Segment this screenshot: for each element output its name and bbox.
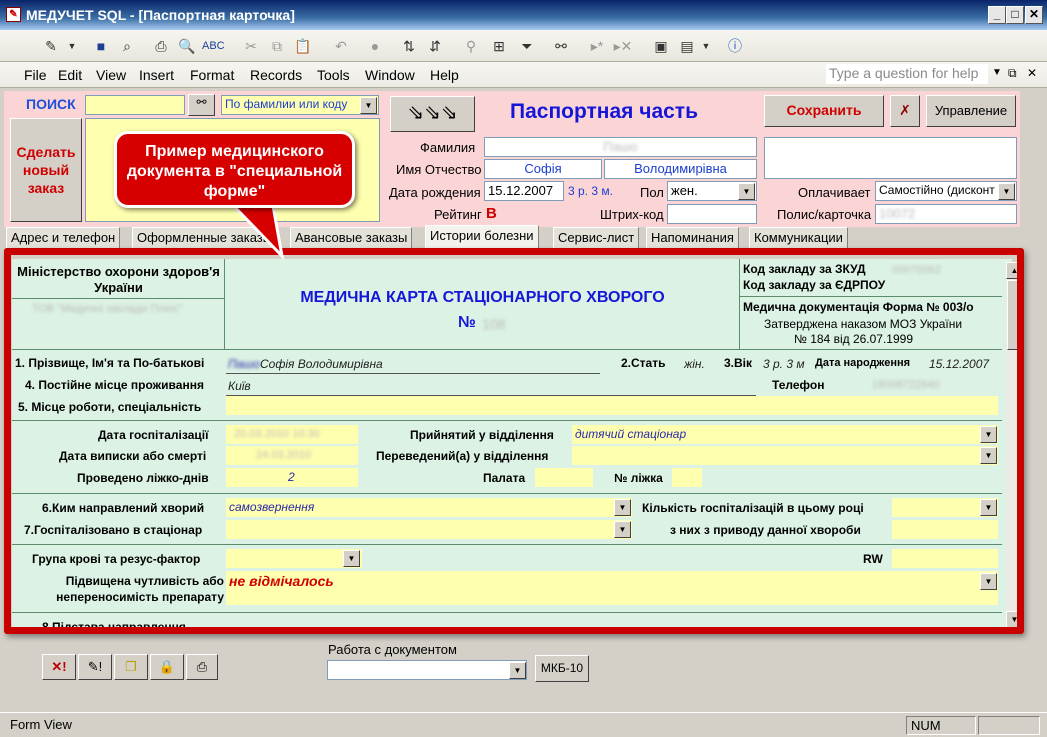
- new-order-button[interactable]: Сделать новый заказ: [10, 118, 82, 222]
- paste-icon[interactable]: 📋: [292, 35, 314, 57]
- surname-field[interactable]: Пашо: [484, 137, 757, 157]
- status-mode: Form View: [10, 717, 72, 732]
- section-title: Паспортная часть: [510, 100, 698, 123]
- title-bar: ✎ МЕДУЧЕТ SQL - [Паспортная карточка] _ …: [0, 0, 1047, 30]
- apply-filter-icon[interactable]: ⏷: [516, 35, 538, 57]
- binoculars-icon[interactable]: ⚯: [188, 94, 215, 116]
- chevron-down-icon[interactable]: ▼: [700, 35, 712, 57]
- print-icon[interactable]: ⎙: [186, 654, 218, 680]
- chevron-down-icon[interactable]: ▼: [360, 97, 377, 114]
- callout-annotation: Пример медицинского документа в "специал…: [114, 131, 355, 208]
- doc-work-select[interactable]: [327, 660, 527, 680]
- search-input[interactable]: [85, 95, 185, 115]
- tab-strip: Адрес и телефон Оформленные заказы Аванс…: [4, 225, 1020, 249]
- first-name-field[interactable]: Софія: [484, 159, 602, 179]
- surname-label: Фамилия: [420, 140, 476, 155]
- search-label: ПОИСК: [26, 96, 76, 112]
- delete-icon[interactable]: ✕!: [42, 654, 76, 680]
- sort-ascending-icon[interactable]: ⇅: [398, 35, 420, 57]
- sex-label: Пол: [640, 185, 664, 200]
- menu-format[interactable]: Format: [190, 67, 234, 83]
- close-icon[interactable]: ✕: [1027, 66, 1037, 80]
- search-mode-select[interactable]: По фамилии или коду: [221, 95, 379, 115]
- menu-help[interactable]: Help: [430, 67, 459, 83]
- tab-communications[interactable]: Коммуникации: [749, 227, 848, 248]
- copy-icon[interactable]: ⧉: [266, 35, 288, 57]
- copy-icon[interactable]: ❐: [114, 654, 148, 680]
- lock-icon[interactable]: 🔒: [150, 654, 184, 680]
- payer-select[interactable]: Самостійно (дисконт: [875, 181, 1017, 201]
- arrows-icon[interactable]: ⇘⇘⇘: [390, 96, 475, 132]
- mkb-button[interactable]: МКБ-10: [535, 655, 589, 682]
- comment-field[interactable]: [764, 137, 1017, 179]
- status-num: NUM: [906, 716, 976, 735]
- dob-label: Дата рождения: [389, 185, 481, 200]
- dob-field[interactable]: 15.12.2007: [484, 181, 564, 201]
- barcode-field[interactable]: [667, 204, 757, 224]
- cancel-icon[interactable]: ✗: [890, 95, 920, 127]
- design-icon[interactable]: ✎: [40, 35, 62, 57]
- age-text: 3 р. 3 м.: [568, 184, 613, 198]
- manage-button[interactable]: Управление: [926, 95, 1016, 127]
- edit-icon[interactable]: ✎!: [78, 654, 112, 680]
- maximize-button[interactable]: □: [1006, 6, 1024, 24]
- status-blank: [978, 716, 1040, 735]
- close-button[interactable]: ✕: [1025, 6, 1043, 24]
- sort-descending-icon[interactable]: ⇵: [424, 35, 446, 57]
- new-object-icon[interactable]: ▤: [676, 35, 698, 57]
- menu-records[interactable]: Records: [250, 67, 302, 83]
- delete-record-icon[interactable]: ▸✕: [612, 35, 634, 57]
- chevron-down-icon[interactable]: ▼: [992, 67, 1002, 78]
- print-preview-icon[interactable]: 🔍: [176, 35, 198, 57]
- tab-medical-history[interactable]: Истории болезни: [425, 225, 539, 248]
- database-window-icon[interactable]: ▣: [650, 35, 672, 57]
- tab-advance-orders[interactable]: Авансовые заказы: [290, 227, 413, 248]
- patronymic-field[interactable]: Володимирівна: [604, 159, 757, 179]
- spelling-icon[interactable]: ABC: [202, 35, 225, 57]
- new-record-icon[interactable]: ▸*: [586, 35, 608, 57]
- status-bar: Form View NUM: [0, 712, 1047, 737]
- print-icon[interactable]: ⎙: [150, 35, 172, 57]
- menu-file[interactable]: File: [24, 67, 47, 83]
- search-file-icon[interactable]: ⌕: [116, 35, 138, 57]
- hyperlink-icon[interactable]: ●: [364, 35, 386, 57]
- save-icon[interactable]: ■: [90, 35, 112, 57]
- filter-by-form-icon[interactable]: ⊞: [488, 35, 510, 57]
- chevron-down-icon[interactable]: ▼: [998, 183, 1015, 200]
- ask-question-input[interactable]: Type a question for help: [826, 64, 988, 84]
- rating-value: B: [486, 205, 497, 222]
- barcode-label: Штрих-код: [600, 207, 664, 222]
- chevron-down-icon[interactable]: ▼: [738, 183, 755, 200]
- restore-icon[interactable]: ⧉: [1008, 66, 1017, 81]
- policy-field[interactable]: 10072: [875, 204, 1017, 224]
- undo-icon[interactable]: ↶: [330, 35, 352, 57]
- find-icon[interactable]: ⚯: [550, 35, 572, 57]
- save-button[interactable]: Сохранить: [764, 95, 884, 127]
- policy-label: Полис/карточка: [777, 207, 872, 222]
- minimize-button[interactable]: _: [988, 6, 1006, 24]
- menu-view[interactable]: View: [96, 67, 126, 83]
- tab-service-list[interactable]: Сервис-лист: [553, 227, 640, 248]
- cut-icon[interactable]: ✂: [240, 35, 262, 57]
- rating-label: Рейтинг: [434, 207, 482, 222]
- chevron-down-icon[interactable]: ▼: [509, 662, 526, 679]
- menu-tools[interactable]: Tools: [317, 67, 350, 83]
- app-icon: ✎: [6, 7, 21, 22]
- filter-by-selection-icon[interactable]: ⚲: [460, 35, 482, 57]
- highlight-frame: [4, 248, 1024, 634]
- menu-window[interactable]: Window: [365, 67, 415, 83]
- name-label: Имя Отчество: [396, 162, 482, 177]
- menu-insert[interactable]: Insert: [139, 67, 174, 83]
- chevron-down-icon[interactable]: ▼: [66, 35, 78, 57]
- toolbar: ✎ ▼ ■ ⌕ ⎙ 🔍 ABC ✂ ⧉ 📋 ↶ ● ⇅ ⇵ ⚲ ⊞ ⏷ ⚯ ▸*…: [0, 30, 1047, 62]
- tab-reminders[interactable]: Напоминания: [646, 227, 739, 248]
- window-title: МЕДУЧЕТ SQL - [Паспортная карточка]: [26, 7, 295, 23]
- menu-edit[interactable]: Edit: [58, 67, 82, 83]
- help-icon[interactable]: ⓘ: [724, 35, 746, 57]
- doc-work-label: Работа с документом: [328, 642, 457, 657]
- payer-label: Оплачивает: [798, 185, 871, 200]
- tab-address[interactable]: Адрес и телефон: [6, 227, 121, 248]
